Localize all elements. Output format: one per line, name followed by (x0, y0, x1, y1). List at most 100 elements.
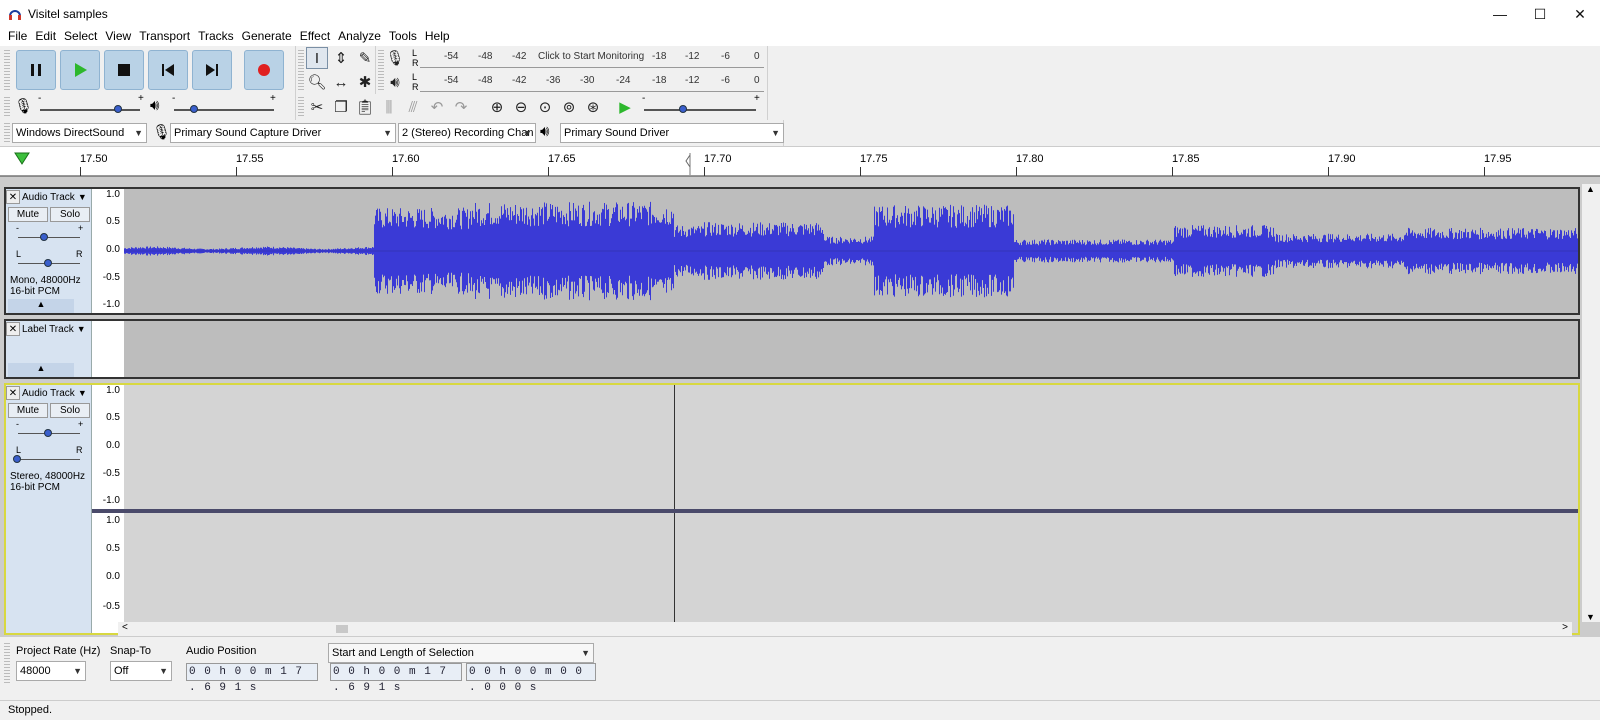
play-button[interactable] (60, 50, 100, 90)
menu-view[interactable]: View (105, 28, 131, 46)
gain-thumb[interactable] (40, 233, 48, 241)
zoom-toggle-button[interactable]: ⊛ (582, 96, 604, 118)
record-meter[interactable]: -54 -48 -42 Click to Start Monitoring -1… (420, 46, 764, 68)
close-window-button[interactable]: ✕ (1560, 0, 1600, 28)
close-track-button[interactable]: ✕ (6, 190, 20, 204)
draw-tool[interactable]: ✎ (354, 47, 376, 69)
menu-analyze[interactable]: Analyze (338, 28, 381, 46)
skip-to-end-button[interactable] (192, 50, 232, 90)
recording-channels-dropdown[interactable]: 2 (Stereo) Recording Chan ▼ (398, 123, 536, 143)
mute-button[interactable]: Mute (8, 403, 48, 418)
playback-volume-slider[interactable] (174, 109, 274, 111)
label-area[interactable] (124, 321, 1578, 377)
record-button[interactable] (244, 50, 284, 90)
record-meter-button[interactable]: 🎙︎ (384, 47, 406, 69)
pan-thumb[interactable] (44, 259, 52, 267)
menu-transport[interactable]: Transport (139, 28, 190, 46)
waveform[interactable] (124, 189, 1578, 313)
stop-button[interactable] (104, 50, 144, 90)
playhead-marker-icon[interactable] (684, 153, 694, 175)
time-shift-tool[interactable]: ↔ (330, 71, 352, 93)
multi-tool[interactable]: ✱ (354, 71, 376, 93)
toolbar-grip[interactable] (298, 97, 304, 117)
toolbar-grip[interactable] (298, 50, 304, 90)
scroll-up-icon[interactable]: ▲ (1586, 184, 1595, 194)
track-control-panel[interactable]: ✕ Audio Track ▼ Mute Solo - + L R Stereo… (6, 385, 92, 633)
track-control-panel[interactable]: ✕ Label Track ▼ ▲ (6, 321, 92, 377)
menu-tracks[interactable]: Tracks (198, 28, 234, 46)
timeline-ruler[interactable]: 17.50 17.55 17.60 17.65 17.70 17.75 17.80 17.85… (0, 146, 1600, 176)
selection-length-field[interactable]: 0 0 h 0 0 m 0 0 . 0 0 0 s (466, 663, 596, 694)
zoom-tool[interactable]: 🔍︎ (306, 71, 328, 93)
playback-meter[interactable]: -54 -48 -42 -36 -30 -24 -18 -12 -6 0 (420, 70, 764, 92)
mute-button[interactable]: Mute (8, 207, 48, 222)
zoom-out-button[interactable]: ⊖ (510, 96, 532, 118)
chevron-down-icon[interactable]: ▼ (78, 388, 87, 398)
selection-start-field[interactable]: 0 0 h 0 0 m 1 7 . 6 9 1 s (330, 663, 462, 694)
scroll-left-icon[interactable]: < (122, 622, 128, 633)
scroll-thumb[interactable] (336, 625, 348, 633)
silence-button[interactable]: ⫻ (402, 96, 424, 118)
playback-device-dropdown[interactable]: Primary Sound Driver ▼ (560, 123, 784, 143)
audio-position-field[interactable]: 0 0 h 0 0 m 1 7 . 6 9 1 s (186, 663, 318, 694)
skip-to-start-button[interactable] (148, 50, 188, 90)
snap-to-dropdown[interactable]: Off ▼ (110, 661, 172, 681)
undo-button[interactable]: ↶ (426, 96, 448, 118)
timeline-options-icon[interactable] (14, 152, 30, 166)
chevron-down-icon[interactable]: ▼ (77, 324, 86, 334)
menu-edit[interactable]: Edit (35, 28, 56, 46)
play-at-speed-slider[interactable] (644, 109, 756, 111)
recording-volume-slider[interactable] (40, 109, 140, 111)
recording-volume-thumb[interactable] (114, 105, 122, 113)
audio-host-dropdown[interactable]: Windows DirectSound ▼ (12, 123, 147, 143)
gain-slider[interactable] (18, 237, 80, 238)
maximize-button[interactable]: ☐ (1520, 0, 1560, 28)
solo-button[interactable]: Solo (50, 207, 90, 222)
vertical-ruler[interactable]: 1.0 0.5 0.0 -0.5 -1.0 (92, 189, 124, 313)
menu-file[interactable]: File (8, 28, 27, 46)
minimize-button[interactable]: — (1480, 0, 1520, 28)
track-name[interactable]: Audio Track (22, 192, 75, 203)
audio-track-1[interactable]: ✕ Audio Track ▼ Mute Solo - + L R Mono, … (4, 187, 1580, 315)
collapse-track-button[interactable]: ▲ (8, 363, 74, 377)
fit-selection-button[interactable]: ⊙ (534, 96, 556, 118)
audio-track-2[interactable]: ✕ Audio Track ▼ Mute Solo - + L R Stereo… (4, 383, 1580, 635)
paste-button[interactable]: 📋︎ (354, 96, 376, 118)
zoom-in-button[interactable]: ⊕ (486, 96, 508, 118)
close-track-button[interactable]: ✕ (6, 322, 20, 336)
menu-generate[interactable]: Generate (242, 28, 292, 46)
pan-slider[interactable] (18, 459, 80, 460)
menu-tools[interactable]: Tools (389, 28, 417, 46)
toolbar-grip[interactable] (4, 97, 10, 117)
track-name[interactable]: Audio Track (22, 388, 75, 399)
track-control-panel[interactable]: ✕ Audio Track ▼ Mute Solo - + L R Mono, … (6, 189, 92, 313)
menu-help[interactable]: Help (425, 28, 450, 46)
project-rate-dropdown[interactable]: 48000 ▼ (16, 661, 86, 681)
collapse-track-button[interactable]: ▲ (8, 299, 74, 313)
menu-select[interactable]: Select (64, 28, 97, 46)
fit-project-button[interactable]: ⊚ (558, 96, 580, 118)
selection-mode-dropdown[interactable]: Start and Length of Selection ▼ (328, 643, 594, 663)
trim-button[interactable]: ⫼ (378, 96, 400, 118)
scroll-down-icon[interactable]: ▼ (1586, 612, 1595, 622)
solo-button[interactable]: Solo (50, 403, 90, 418)
channel-right-area[interactable] (124, 513, 1578, 633)
toolbar-grip[interactable] (4, 123, 10, 143)
recording-device-dropdown[interactable]: Primary Sound Capture Driver ▼ (170, 123, 396, 143)
cut-button[interactable]: ✂ (306, 96, 328, 118)
vertical-scrollbar[interactable]: ▲ ▼ (1582, 184, 1600, 622)
record-meter-prompt[interactable]: Click to Start Monitoring (538, 51, 644, 62)
pan-thumb[interactable] (13, 455, 21, 463)
play-at-speed-button[interactable]: ▶ (614, 96, 636, 118)
vertical-ruler-right[interactable]: 1.0 0.5 0.0 -0.5 (92, 513, 124, 633)
horizontal-scrollbar[interactable]: < > (118, 622, 1572, 636)
menu-effect[interactable]: Effect (300, 28, 330, 46)
play-meter-button[interactable]: 🔊︎ (384, 71, 406, 93)
copy-button[interactable]: ❐ (330, 96, 352, 118)
chevron-down-icon[interactable]: ▼ (78, 192, 87, 202)
envelope-tool[interactable]: ⇕ (330, 47, 352, 69)
label-track[interactable]: ✕ Label Track ▼ ▲ (4, 319, 1580, 379)
pause-button[interactable] (16, 50, 56, 90)
toolbar-grip[interactable] (4, 50, 10, 90)
track-name[interactable]: Label Track (22, 324, 74, 335)
